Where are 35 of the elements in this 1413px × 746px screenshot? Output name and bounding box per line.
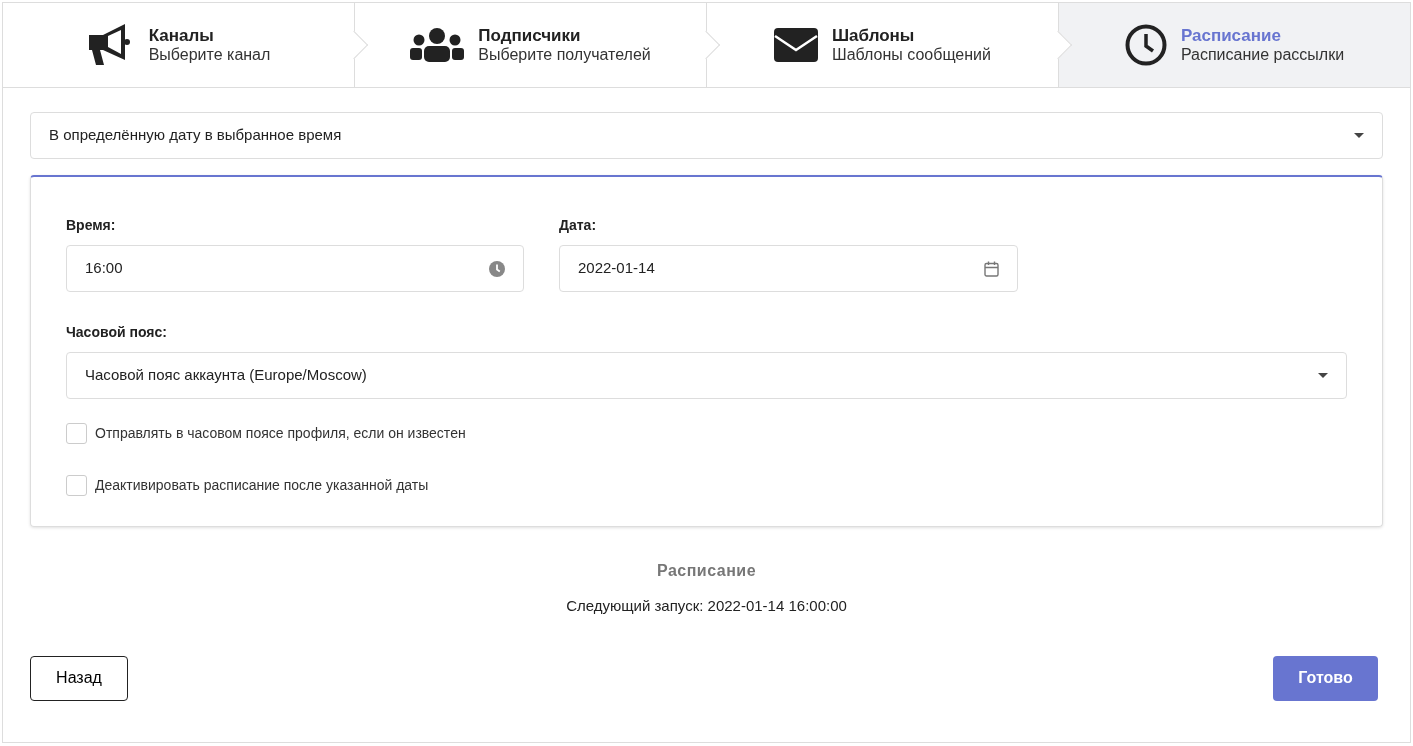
back-button[interactable]: Назад: [30, 655, 128, 701]
field-label: Часовой пояс:: [66, 323, 168, 342]
step-subtitle: Расписание рассылки: [1180, 45, 1345, 64]
next-run-text: Следующий запуск: 2022-01-14 16:00:00: [565, 596, 848, 616]
wizard-step[interactable]: Расписание Расписание рассылки: [1058, 3, 1410, 87]
field-value: 16:00: [85, 258, 123, 279]
field-value: 2022-01-14: [578, 258, 655, 279]
clock-icon: [1124, 24, 1167, 66]
done-button[interactable]: Готово: [1273, 655, 1378, 701]
clock-icon: [489, 260, 505, 277]
field-label: Дата:: [559, 216, 598, 235]
select-value: В определённую дату в выбранное время: [49, 125, 342, 146]
checkbox[interactable]: [66, 475, 87, 496]
field-value: Часовой пояс аккаунта (Europe/Moscow): [85, 365, 367, 386]
schedule-type-select[interactable]: В определённую дату в выбранное время: [30, 112, 1383, 159]
caret-icon: [1354, 133, 1364, 138]
summary-heading: Расписание: [655, 561, 758, 581]
step-subtitle: Выберите канал: [148, 45, 271, 64]
checkbox-label: Деактивировать расписание после указанной даты: [95, 476, 429, 495]
timezone-select[interactable]: Часовой пояс аккаунта (Europe/Moscow): [66, 352, 1347, 399]
time-field[interactable]: 16:00: [66, 245, 524, 292]
step-title: Расписание: [1180, 26, 1282, 46]
checkbox-label: Отправлять в часовом поясе профиля, если он известен: [95, 424, 466, 443]
step-title: Каналы: [148, 26, 215, 46]
step-subtitle: Шаблоны сообщений: [832, 45, 991, 64]
step-title: Шаблоны: [832, 26, 916, 46]
step-title: Подписчики: [478, 26, 582, 46]
step-subtitle: Выберите получателей: [478, 45, 651, 64]
checkbox[interactable]: [66, 423, 87, 444]
caret-icon: [1318, 373, 1328, 378]
envelope-icon: [774, 28, 819, 62]
calendar-icon: [984, 260, 999, 277]
users-icon: [410, 28, 465, 62]
field-label: Время:: [66, 216, 117, 235]
date-field[interactable]: 2022-01-14: [559, 245, 1018, 292]
